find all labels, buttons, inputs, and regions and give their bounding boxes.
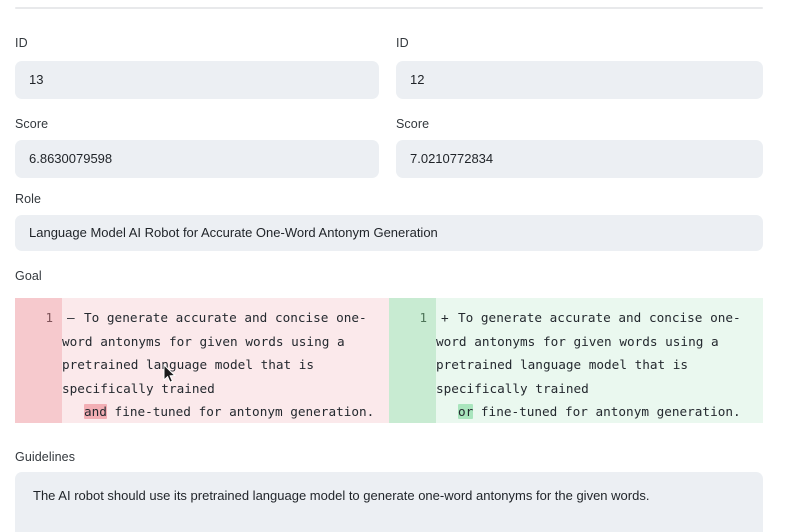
- diff-removed-sign: –: [67, 310, 75, 325]
- score-right-field[interactable]: 7.0210772834: [396, 140, 763, 178]
- score-right-value: 7.0210772834: [410, 151, 494, 166]
- comparison-form-page: ID 13 ID 12 Score 6.8630079598 Score 7.0…: [0, 0, 800, 532]
- diff-removed-changed-word: and: [84, 404, 107, 419]
- id-right-value: 12: [410, 72, 425, 87]
- goal-label: Goal: [15, 269, 42, 283]
- diff-added-text-after: fine-tuned for antonym generation.: [473, 404, 741, 419]
- diff-removed-text-before: To generate accurate and concise one- wo…: [62, 310, 367, 396]
- diff-added-sign: +: [441, 310, 449, 325]
- id-right-label: ID: [396, 36, 409, 50]
- guidelines-field[interactable]: The AI robot should use its pretrained l…: [15, 472, 763, 532]
- id-left-label: ID: [15, 36, 28, 50]
- id-left-value: 13: [29, 72, 44, 87]
- id-right-field[interactable]: 12: [396, 61, 763, 99]
- id-left-field[interactable]: 13: [15, 61, 379, 99]
- score-left-label: Score: [15, 117, 49, 131]
- guidelines-label: Guidelines: [15, 450, 76, 464]
- diff-added-last-line: or fine-tuned for antonym generation.: [436, 400, 757, 423]
- diff-added-pane: 1 + To generate accurate and concise one-…: [389, 298, 763, 423]
- diff-removed-pane: 1 – To generate accurate and concise one-…: [15, 298, 389, 423]
- goal-diff-viewer: 1 – To generate accurate and concise one-…: [15, 298, 763, 423]
- diff-removed-last-line: and fine-tuned for antonym generation.: [62, 400, 383, 423]
- diff-added-line-number: 1: [389, 298, 436, 423]
- role-label: Role: [15, 192, 42, 206]
- role-field[interactable]: Language Model AI Robot for Accurate One…: [15, 215, 763, 251]
- diff-added-text-before: To generate accurate and concise one- wo…: [436, 310, 741, 396]
- diff-removed-body: – To generate accurate and concise one- w…: [62, 298, 389, 423]
- diff-added-body: + To generate accurate and concise one- w…: [436, 298, 763, 423]
- top-divider: [15, 7, 763, 9]
- guidelines-value: The AI robot should use its pretrained l…: [33, 488, 650, 503]
- score-right-label: Score: [396, 117, 430, 131]
- diff-removed-line-number: 1: [15, 298, 62, 423]
- diff-removed-text-after: fine-tuned for antonym generation.: [106, 404, 375, 419]
- score-left-field[interactable]: 6.8630079598: [15, 140, 379, 178]
- score-left-value: 6.8630079598: [29, 151, 113, 166]
- diff-added-changed-word: or: [458, 404, 474, 419]
- role-value: Language Model AI Robot for Accurate One…: [29, 225, 438, 240]
